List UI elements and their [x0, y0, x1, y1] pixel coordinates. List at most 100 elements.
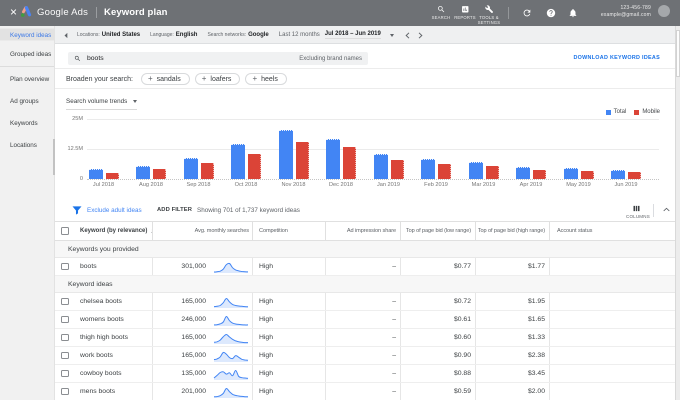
col-header-ad-share[interactable]: Ad impression share — [325, 222, 400, 240]
date-range-label: Last 12 months — [278, 32, 320, 38]
col-header-account-status[interactable]: Account status — [549, 222, 680, 240]
bar-total-sep-2018[interactable] — [183, 157, 198, 179]
sidebar-item-keywords[interactable]: Keywords — [0, 113, 54, 135]
sidebar-item-ad-groups[interactable]: Ad groups — [0, 91, 54, 113]
row-checkbox[interactable] — [55, 347, 75, 364]
bar-total-aug-2018[interactable] — [136, 165, 150, 179]
sidebar: Keyword ideas Grouped ideas Plan overview… — [0, 26, 55, 400]
refresh-icon[interactable] — [522, 8, 532, 18]
toolbar-setting-2[interactable]: Search networks: Google — [207, 32, 268, 38]
search-nav-label: SEARCH — [431, 14, 451, 20]
cell-account-status — [549, 365, 680, 382]
toolbar-setting-0[interactable]: Locations: United States — [77, 32, 140, 38]
tools-settings-nav-button[interactable]: TOOLS & SETTINGS — [477, 4, 501, 26]
bar-total-mar-2019[interactable] — [468, 161, 483, 179]
col-header-keyword[interactable]: Keyword (by relevance) ↓ — [75, 222, 154, 240]
reports-nav-button[interactable]: REPORTS — [453, 5, 477, 20]
bar-mobile-feb-2019[interactable] — [438, 163, 451, 179]
search-nav-button[interactable]: SEARCH — [429, 5, 453, 20]
google-ads-logo-icon — [20, 6, 32, 17]
download-keyword-ideas-link[interactable]: DOWNLOAD KEYWORD IDEAS — [573, 55, 660, 61]
bar-total-jul-2018[interactable] — [88, 169, 103, 179]
cell-searches: 135,000 — [152, 365, 252, 382]
date-range-value[interactable]: Jul 2018 – Jun 2019 — [324, 31, 381, 39]
bar-total-jun-2019[interactable] — [611, 169, 625, 179]
select-all-checkbox[interactable] — [55, 222, 75, 240]
bar-mobile-aug-2018[interactable] — [153, 169, 166, 179]
bar-mobile-jun-2019[interactable] — [628, 172, 641, 179]
col-header-competition[interactable]: Competition — [252, 222, 325, 240]
cell-searches: 165,000 — [152, 329, 252, 346]
cell-competition: High — [252, 347, 325, 364]
bar-mobile-jul-2018[interactable] — [105, 172, 119, 179]
close-icon[interactable]: × — [8, 5, 19, 20]
sidebar-item-grouped-ideas[interactable]: Grouped ideas — [0, 45, 54, 64]
sidebar-item-keyword-ideas[interactable]: Keyword ideas — [0, 26, 54, 45]
row-checkbox[interactable] — [55, 293, 75, 310]
bar-mobile-sep-2018[interactable] — [200, 163, 214, 179]
sidebar-item-plan-overview[interactable]: Plan overview — [0, 69, 54, 91]
broaden-chip-heels[interactable]: + heels — [245, 73, 287, 85]
cell-bid-high: $1.95 — [475, 293, 549, 310]
legend-label-mobile: Mobile — [642, 109, 660, 115]
page-scrollbar-thumb[interactable] — [676, 30, 680, 77]
col-header-bid-low[interactable]: Top of page bid (low range) — [400, 222, 475, 240]
bar-mobile-nov-2018[interactable] — [295, 141, 309, 179]
chart-title-dropdown[interactable]: Search volume trends — [66, 98, 138, 110]
search-icon — [437, 5, 445, 12]
chart-xtick: Oct 2018 — [234, 182, 258, 188]
prev-period-icon[interactable] — [405, 31, 410, 39]
legend-swatch-mobile — [634, 109, 640, 115]
sparkline-chart — [213, 298, 249, 308]
cell-bid-high: $1.33 — [475, 329, 549, 346]
bar-total-apr-2019[interactable] — [516, 167, 530, 179]
sparkline-chart — [213, 351, 249, 362]
cell-ad-share: – — [325, 258, 400, 275]
checkbox-icon — [61, 227, 69, 235]
bar-total-feb-2019[interactable] — [421, 158, 435, 179]
cell-account-status — [549, 329, 680, 346]
chart-xtick: Aug 2018 — [139, 182, 163, 188]
toolbar-setting-1[interactable]: Language: English — [150, 32, 197, 38]
topbar-divider — [96, 7, 97, 18]
add-filter-button[interactable]: ADD FILTER — [157, 207, 192, 213]
row-checkbox[interactable] — [55, 258, 75, 275]
help-icon[interactable] — [546, 8, 556, 18]
chart-xtick: Feb 2019 — [424, 182, 448, 188]
keyword-search-input[interactable]: boots Excluding brand names — [68, 52, 368, 65]
columns-button[interactable]: COLUMNS — [626, 204, 650, 219]
bar-total-nov-2018[interactable] — [278, 129, 293, 179]
avatar[interactable] — [658, 5, 670, 17]
bar-mobile-dec-2018[interactable] — [343, 147, 356, 179]
row-checkbox[interactable] — [55, 311, 75, 328]
row-checkbox[interactable] — [55, 383, 75, 400]
cell-searches: 165,000 — [152, 347, 252, 364]
bar-total-jan-2019[interactable] — [373, 154, 388, 179]
back-arrow-icon[interactable] — [63, 32, 69, 39]
bar-mobile-oct-2018[interactable] — [248, 153, 261, 179]
broaden-chip-sandals[interactable]: + sandals — [140, 73, 190, 85]
bar-total-may-2019[interactable] — [563, 167, 578, 179]
bar-mobile-apr-2019[interactable] — [533, 170, 546, 179]
cell-ad-share: – — [325, 383, 400, 400]
cell-bid-high: $2.38 — [475, 347, 549, 364]
bar-total-dec-2018[interactable] — [326, 139, 340, 179]
exclude-adult-ideas-link[interactable]: Exclude adult ideas — [87, 207, 142, 214]
col-header-bid-high[interactable]: Top of page bid (high range) — [475, 222, 549, 240]
col-header-searches[interactable]: Avg. monthly searches — [152, 222, 252, 240]
collapse-chevron-icon[interactable] — [663, 207, 670, 212]
cell-bid-low: $0.59 — [400, 383, 475, 400]
broaden-chip-loafers[interactable]: + loafers — [194, 73, 241, 85]
page-scrollbar[interactable] — [675, 26, 680, 400]
sidebar-item-locations[interactable]: Locations — [0, 135, 54, 157]
next-period-icon[interactable] — [418, 31, 423, 39]
row-checkbox[interactable] — [55, 365, 75, 382]
bar-mobile-may-2019[interactable] — [580, 170, 594, 179]
bar-total-oct-2018[interactable] — [231, 143, 245, 179]
row-checkbox[interactable] — [55, 329, 75, 346]
date-caret-icon — [389, 33, 394, 37]
notifications-bell-icon[interactable] — [568, 8, 578, 18]
bar-mobile-mar-2019[interactable] — [485, 166, 499, 179]
sidebar-scrollbar-thumb[interactable] — [53, 139, 55, 175]
bar-mobile-jan-2019[interactable] — [390, 160, 404, 179]
